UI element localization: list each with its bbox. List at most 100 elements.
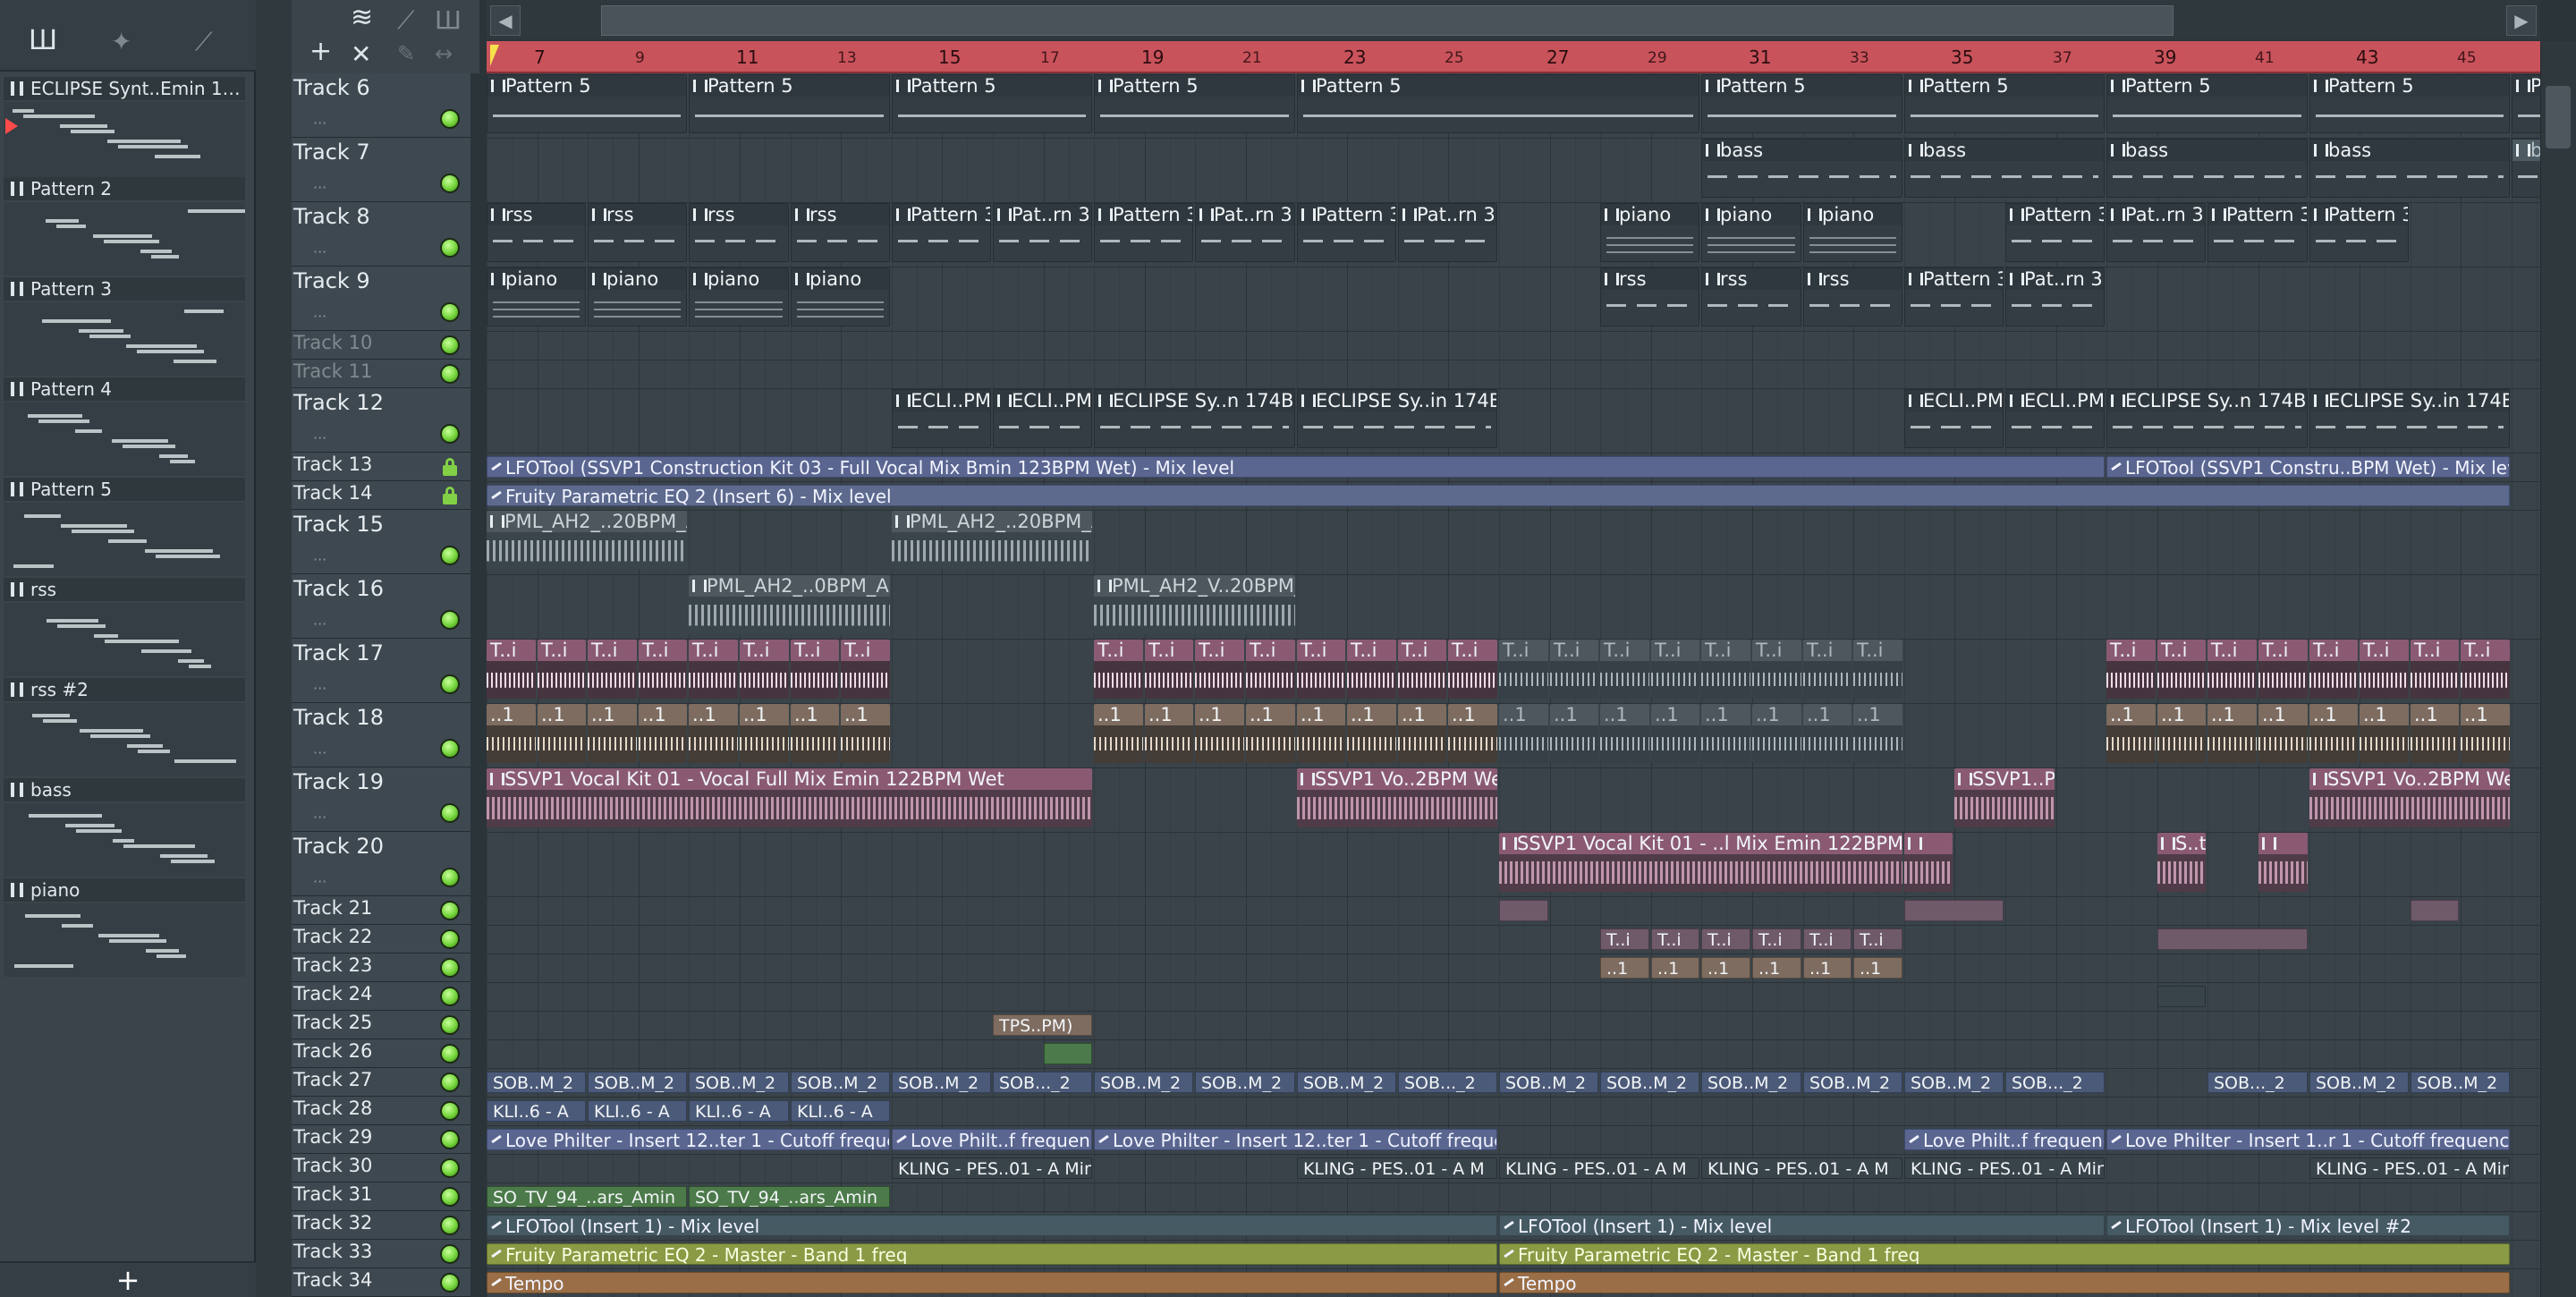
track-header[interactable]: Track 6 ··· <box>292 73 470 138</box>
pattern-clip[interactable]: rss <box>1803 267 1902 326</box>
automation-clip[interactable]: LFOTool (Insert 1) - Mix level <box>487 1215 1497 1236</box>
pattern-clip[interactable]: Pattern 5 <box>1094 74 1295 133</box>
pattern-clip[interactable]: rss <box>588 203 687 262</box>
pattern-clip[interactable]: piano <box>689 267 789 326</box>
audio-clip[interactable]: T..i <box>740 640 789 699</box>
pattern-clip[interactable]: Pattern 5 <box>1904 74 2105 133</box>
track-header[interactable]: Track 7 ··· <box>292 138 470 202</box>
pattern-clip[interactable]: Pattern 3 <box>1904 267 2004 326</box>
small-clip[interactable]: SOB..M_2 <box>892 1072 991 1093</box>
pattern-clip[interactable]: Pattern 5 <box>1701 74 1902 133</box>
pattern-clip[interactable]: bass <box>2106 139 2308 198</box>
track-header[interactable]: Track 33 <box>292 1240 470 1268</box>
audio-clip[interactable]: S..t <box>2157 833 2206 892</box>
audio-clip[interactable]: ..1 <box>2157 704 2206 763</box>
pattern-clip[interactable]: Pattern 3 <box>1297 203 1396 262</box>
track-mute-led[interactable] <box>440 803 460 823</box>
small-clip[interactable]: KLI..6 - A <box>487 1100 586 1122</box>
pattern-preview[interactable] <box>4 202 245 276</box>
small-clip[interactable]: SOB..M_2 <box>2309 1072 2409 1093</box>
audio-clip[interactable]: T..i <box>1094 640 1143 699</box>
audio-clip[interactable]: SSVP1 Vocal Kit 01 - ..l Mix Emin 122BPM… <box>1499 833 1902 892</box>
add-pattern-button[interactable]: + <box>0 1261 256 1297</box>
audio-clip[interactable]: T..i <box>1145 640 1193 699</box>
automation-clip[interactable]: LFOTool (SSVP1 Construction Kit 03 - Ful… <box>487 456 2105 478</box>
small-clip[interactable] <box>1044 1043 1092 1064</box>
audio-clip[interactable]: T..i <box>1853 640 1902 699</box>
track-options-icon[interactable]: ··· <box>313 615 326 632</box>
small-clip[interactable] <box>2157 986 2206 1007</box>
audio-clip[interactable]: ..1 <box>1853 704 1902 763</box>
track-mute-led[interactable] <box>440 1244 460 1264</box>
small-clip[interactable]: KLING - PES..01 - A Minor <box>2309 1157 2510 1179</box>
pattern-item[interactable]: bass <box>4 778 245 801</box>
pattern-clip[interactable]: Pattern 5 <box>487 74 687 133</box>
audio-clip[interactable]: PML_AH2_..20BPM_A#m <box>487 511 687 570</box>
track-mute-led[interactable] <box>440 1101 460 1121</box>
track-header[interactable]: Track 16 ··· <box>292 574 470 639</box>
pattern-clip[interactable]: Pattern 5 <box>689 74 890 133</box>
track-mute-led[interactable] <box>440 1044 460 1064</box>
automation-icon[interactable]: ⟋ <box>195 27 213 57</box>
small-clip[interactable]: T..i <box>1651 928 1699 950</box>
add-track-button[interactable]: + <box>309 36 332 67</box>
track-mute-led[interactable] <box>440 335 460 355</box>
audio-clip[interactable]: ..1 <box>1246 704 1295 763</box>
audio-clip[interactable]: ..1 <box>1550 704 1598 763</box>
small-clip[interactable]: KLING - PES..01 - A M <box>1297 1157 1497 1179</box>
pattern-preview[interactable] <box>4 603 245 676</box>
track-header[interactable]: Track 10 <box>292 331 470 360</box>
small-clip[interactable]: T..i <box>1600 928 1649 950</box>
small-clip[interactable]: SOB..._2 <box>2005 1072 2105 1093</box>
pattern-clip[interactable]: Pattern 3 <box>2309 203 2409 262</box>
audio-clip[interactable]: T..i <box>1550 640 1598 699</box>
pattern-clip[interactable]: rss <box>791 203 890 262</box>
small-clip[interactable]: KLING - PES..01 - A M <box>1499 1157 1699 1179</box>
audio-clip[interactable]: T..i <box>841 640 890 699</box>
track-mute-led[interactable] <box>440 739 460 759</box>
step-sequencer-icon[interactable]: ✦ <box>111 27 131 56</box>
horizontal-scrollbar-thumb[interactable] <box>601 5 2174 36</box>
small-clip[interactable] <box>2411 900 2459 921</box>
small-clip[interactable]: SOB..M_2 <box>1701 1072 1801 1093</box>
audio-clip[interactable]: T..i <box>1499 640 1548 699</box>
track-header[interactable]: Track 18 ··· <box>292 703 470 767</box>
audio-clip[interactable]: ..1 <box>1094 704 1143 763</box>
track-mute-led[interactable] <box>440 901 460 920</box>
pattern-item[interactable]: ECLIPSE Synt..Emin 174BPM <box>4 77 245 100</box>
track-mute-led[interactable] <box>440 868 460 887</box>
pattern-clip[interactable]: rss <box>1701 267 1801 326</box>
audio-clip[interactable]: ..1 <box>639 704 687 763</box>
small-clip[interactable]: SOB..M_2 <box>1904 1072 2004 1093</box>
pattern-clip[interactable]: Pattern 5 <box>2309 74 2510 133</box>
audio-clip[interactable]: ..1 <box>1803 704 1852 763</box>
audio-clip[interactable]: T..i <box>689 640 738 699</box>
pattern-clip[interactable]: Pattern 3 <box>892 203 991 262</box>
track-mute-led[interactable] <box>440 364 460 384</box>
track-header[interactable]: Track 21 <box>292 896 470 925</box>
automation-clip[interactable]: Fruity Parametric EQ 2 (Insert 6) - Mix … <box>487 485 2510 506</box>
audio-clip[interactable]: T..i <box>2258 640 2308 699</box>
automation-clip[interactable]: LFOTool (SSVP1 Constru..BPM Wet) - Mix l… <box>2106 456 2510 478</box>
audio-clip[interactable]: T..i <box>1195 640 1244 699</box>
track-header[interactable]: Track 24 <box>292 982 470 1011</box>
track-header[interactable]: Track 32 <box>292 1211 470 1240</box>
small-clip[interactable]: TPS..PM) <box>993 1014 1092 1036</box>
pattern-clip[interactable]: piano <box>1803 203 1902 262</box>
audio-clip[interactable]: T..i <box>1297 640 1345 699</box>
pattern-clip[interactable]: Pattern 5 <box>1297 74 1699 133</box>
audio-clip[interactable]: ..1 <box>2309 704 2358 763</box>
pattern-preview[interactable] <box>4 302 245 376</box>
track-options-icon[interactable]: ··· <box>313 243 326 260</box>
browser-splitter[interactable] <box>256 0 292 1297</box>
small-clip[interactable]: KLING - PES..01 - A Minor <box>1904 1157 2105 1179</box>
track-header[interactable]: Track 22 <box>292 925 470 954</box>
automation-clip[interactable]: Love Philt..f frequency <box>1904 1129 2105 1150</box>
pattern-clip[interactable]: Pat..rn 3 <box>2005 267 2105 326</box>
track-header[interactable]: Track 30 <box>292 1154 470 1183</box>
audio-clip[interactable]: ..1 <box>538 704 586 763</box>
track-options-icon[interactable]: ··· <box>313 680 326 697</box>
small-clip[interactable]: SOB..M_2 <box>689 1072 789 1093</box>
pattern-clip[interactable]: Pat..rn 3 <box>1195 203 1295 262</box>
track-mute-led[interactable] <box>440 174 460 193</box>
